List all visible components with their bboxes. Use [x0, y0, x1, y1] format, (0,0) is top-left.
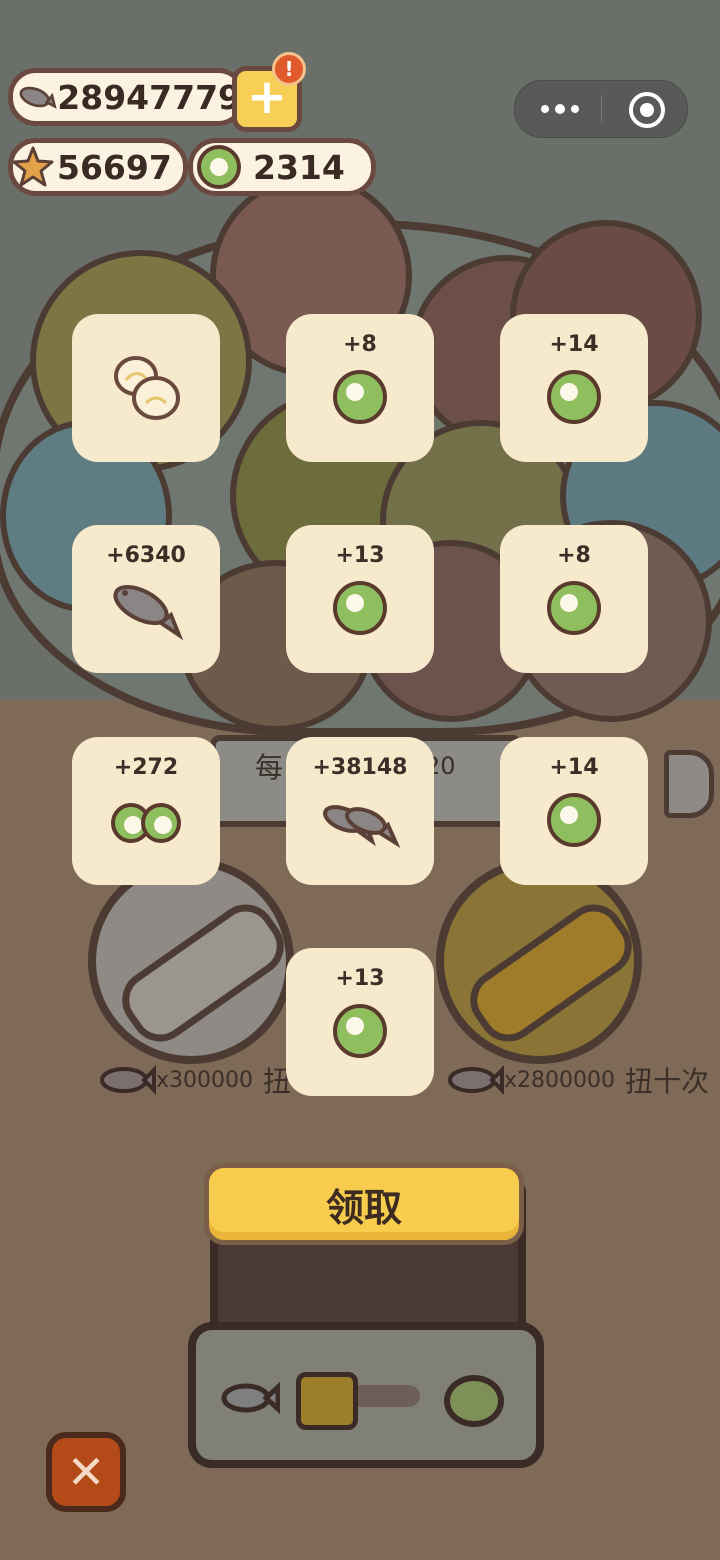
coin-icon — [547, 370, 601, 424]
reward-amount: +8 — [343, 332, 377, 357]
reward-card: +6340 — [72, 525, 220, 673]
reward-card: +272 — [72, 737, 220, 885]
reward-card: +38148 — [286, 737, 434, 885]
reward-amount: +14 — [549, 332, 599, 357]
reward-amount: +13 — [335, 966, 385, 991]
reward-card: +13 — [286, 525, 434, 673]
two-coins-icon — [72, 803, 220, 843]
claim-button[interactable]: 领取 — [204, 1163, 524, 1245]
two-fish-icon — [323, 805, 400, 848]
reward-card: +8 — [500, 525, 648, 673]
reward-card: +13 — [286, 948, 434, 1096]
reward-card: +14 — [500, 314, 648, 462]
reward-amount: +6340 — [106, 543, 186, 568]
close-icon: ✕ — [66, 1445, 106, 1499]
reward-amount: +14 — [549, 755, 599, 780]
coin-icon — [333, 581, 387, 635]
reward-card: +14 — [500, 737, 648, 885]
coin-icon — [547, 793, 601, 847]
reward-card — [72, 314, 220, 462]
reward-card: +8 — [286, 314, 434, 462]
coin-icon — [333, 370, 387, 424]
reward-amount: +8 — [557, 543, 591, 568]
egg-icon — [114, 356, 180, 420]
claim-button-label: 领取 — [325, 1185, 402, 1230]
fish-icon — [113, 584, 183, 641]
close-button[interactable]: ✕ — [46, 1432, 126, 1512]
reward-amount: +272 — [113, 755, 179, 780]
reward-amount: +13 — [335, 543, 385, 568]
reward-amount: +38148 — [312, 755, 408, 780]
coin-icon — [333, 1004, 387, 1058]
coin-icon — [547, 581, 601, 635]
